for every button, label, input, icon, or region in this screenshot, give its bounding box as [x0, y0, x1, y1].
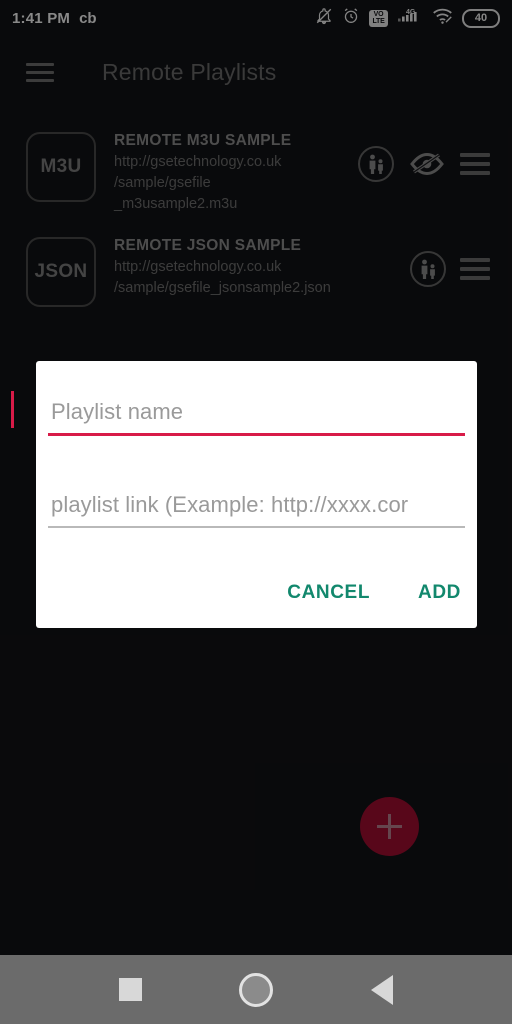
cancel-button[interactable]: CANCEL	[285, 578, 372, 608]
add-playlist-dialog: Playlist name playlist link (Example: ht…	[36, 361, 477, 628]
playlist-name-field[interactable]: Playlist name	[48, 399, 465, 436]
system-navigation-bar	[0, 955, 512, 1024]
add-button[interactable]: ADD	[416, 578, 463, 608]
playlist-link-underline	[48, 526, 465, 528]
playlist-link-placeholder: playlist link (Example: http://xxxx.cor	[51, 492, 409, 517]
playlist-name-underline	[48, 433, 465, 436]
triangle-back-icon[interactable]	[371, 974, 394, 1005]
playlist-link-field[interactable]: playlist link (Example: http://xxxx.cor	[48, 492, 465, 528]
dialog-actions: CANCEL ADD	[285, 578, 463, 608]
square-recents-icon[interactable]	[118, 978, 142, 1001]
text-cursor	[11, 391, 14, 428]
playlist-name-placeholder: Playlist name	[51, 399, 184, 424]
circle-home-icon[interactable]	[239, 972, 274, 1007]
phone-screen: 1:41 PM cb VO LTE 4G 40 Remote Playlists…	[0, 0, 512, 1024]
